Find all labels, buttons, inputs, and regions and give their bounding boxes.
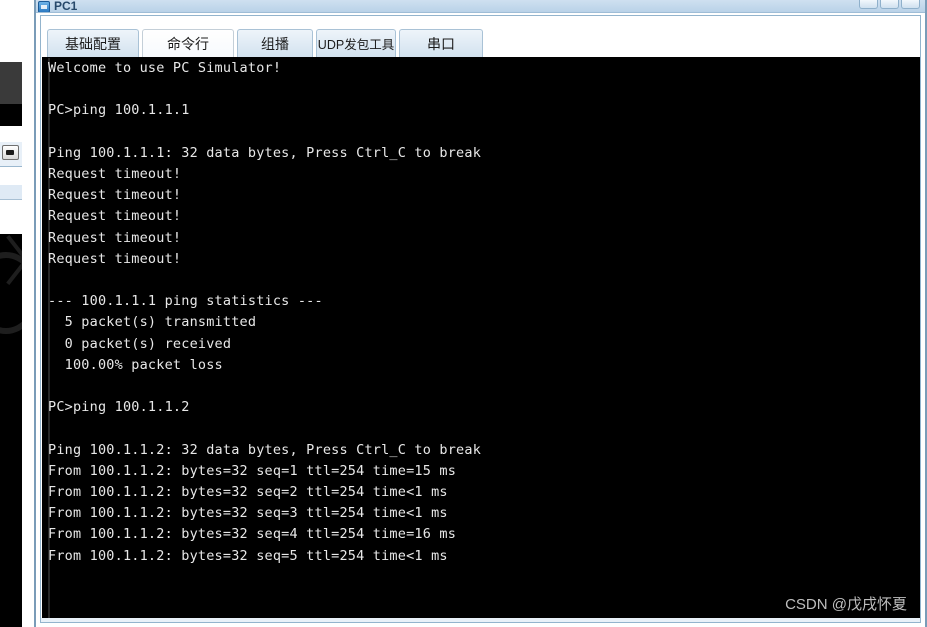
maximize-button[interactable]	[880, 0, 899, 9]
background-black-band	[0, 104, 22, 126]
tab-udp-tool[interactable]: UDP发包工具	[316, 29, 396, 57]
window-controls	[859, 0, 921, 12]
pc-simulator-window: PC1 基础配置 命令行 组播 UDP发包工具 串口 Welcome to us…	[34, 0, 927, 627]
background-left-strip	[0, 0, 34, 627]
tab-serial-port[interactable]: 串口	[399, 29, 483, 57]
background-watermark-circle	[0, 252, 22, 334]
background-device-icon	[2, 145, 19, 160]
close-button[interactable]	[901, 0, 920, 9]
csdn-watermark: CSDN @戊戌怀夏	[785, 596, 907, 613]
window-title: PC1	[54, 0, 78, 13]
terminal-output: Welcome to use PC Simulator! PC>ping 100…	[48, 60, 482, 564]
window-titlebar[interactable]: PC1	[36, 0, 925, 13]
background-canvas-band	[0, 234, 22, 627]
background-toolbar-band-2	[0, 185, 22, 200]
dialog-bottom-edge	[41, 618, 920, 622]
tab-command-line-label: 命令行	[167, 35, 209, 52]
background-white-band-1	[0, 126, 22, 142]
tab-multicast-label: 组播	[261, 35, 289, 52]
tab-multicast[interactable]: 组播	[237, 29, 313, 57]
minimize-button[interactable]	[859, 0, 878, 9]
terminal-console[interactable]: Welcome to use PC Simulator! PC>ping 100…	[42, 57, 920, 620]
tab-bar: 基础配置 命令行 组播 UDP发包工具 串口	[41, 16, 920, 57]
tab-serial-port-label: 串口	[427, 35, 455, 52]
tab-basic-config-label: 基础配置	[65, 35, 121, 52]
tab-udp-tool-label: UDP发包工具	[317, 38, 395, 52]
background-white-band-3	[0, 200, 22, 234]
background-white-band-2	[0, 167, 22, 185]
dialog-content-panel: 基础配置 命令行 组播 UDP发包工具 串口 Welcome to use PC…	[40, 15, 921, 623]
tab-basic-config[interactable]: 基础配置	[47, 29, 139, 57]
tab-command-line[interactable]: 命令行	[142, 29, 234, 57]
pc-icon	[38, 1, 50, 12]
background-dark-band	[0, 62, 22, 104]
